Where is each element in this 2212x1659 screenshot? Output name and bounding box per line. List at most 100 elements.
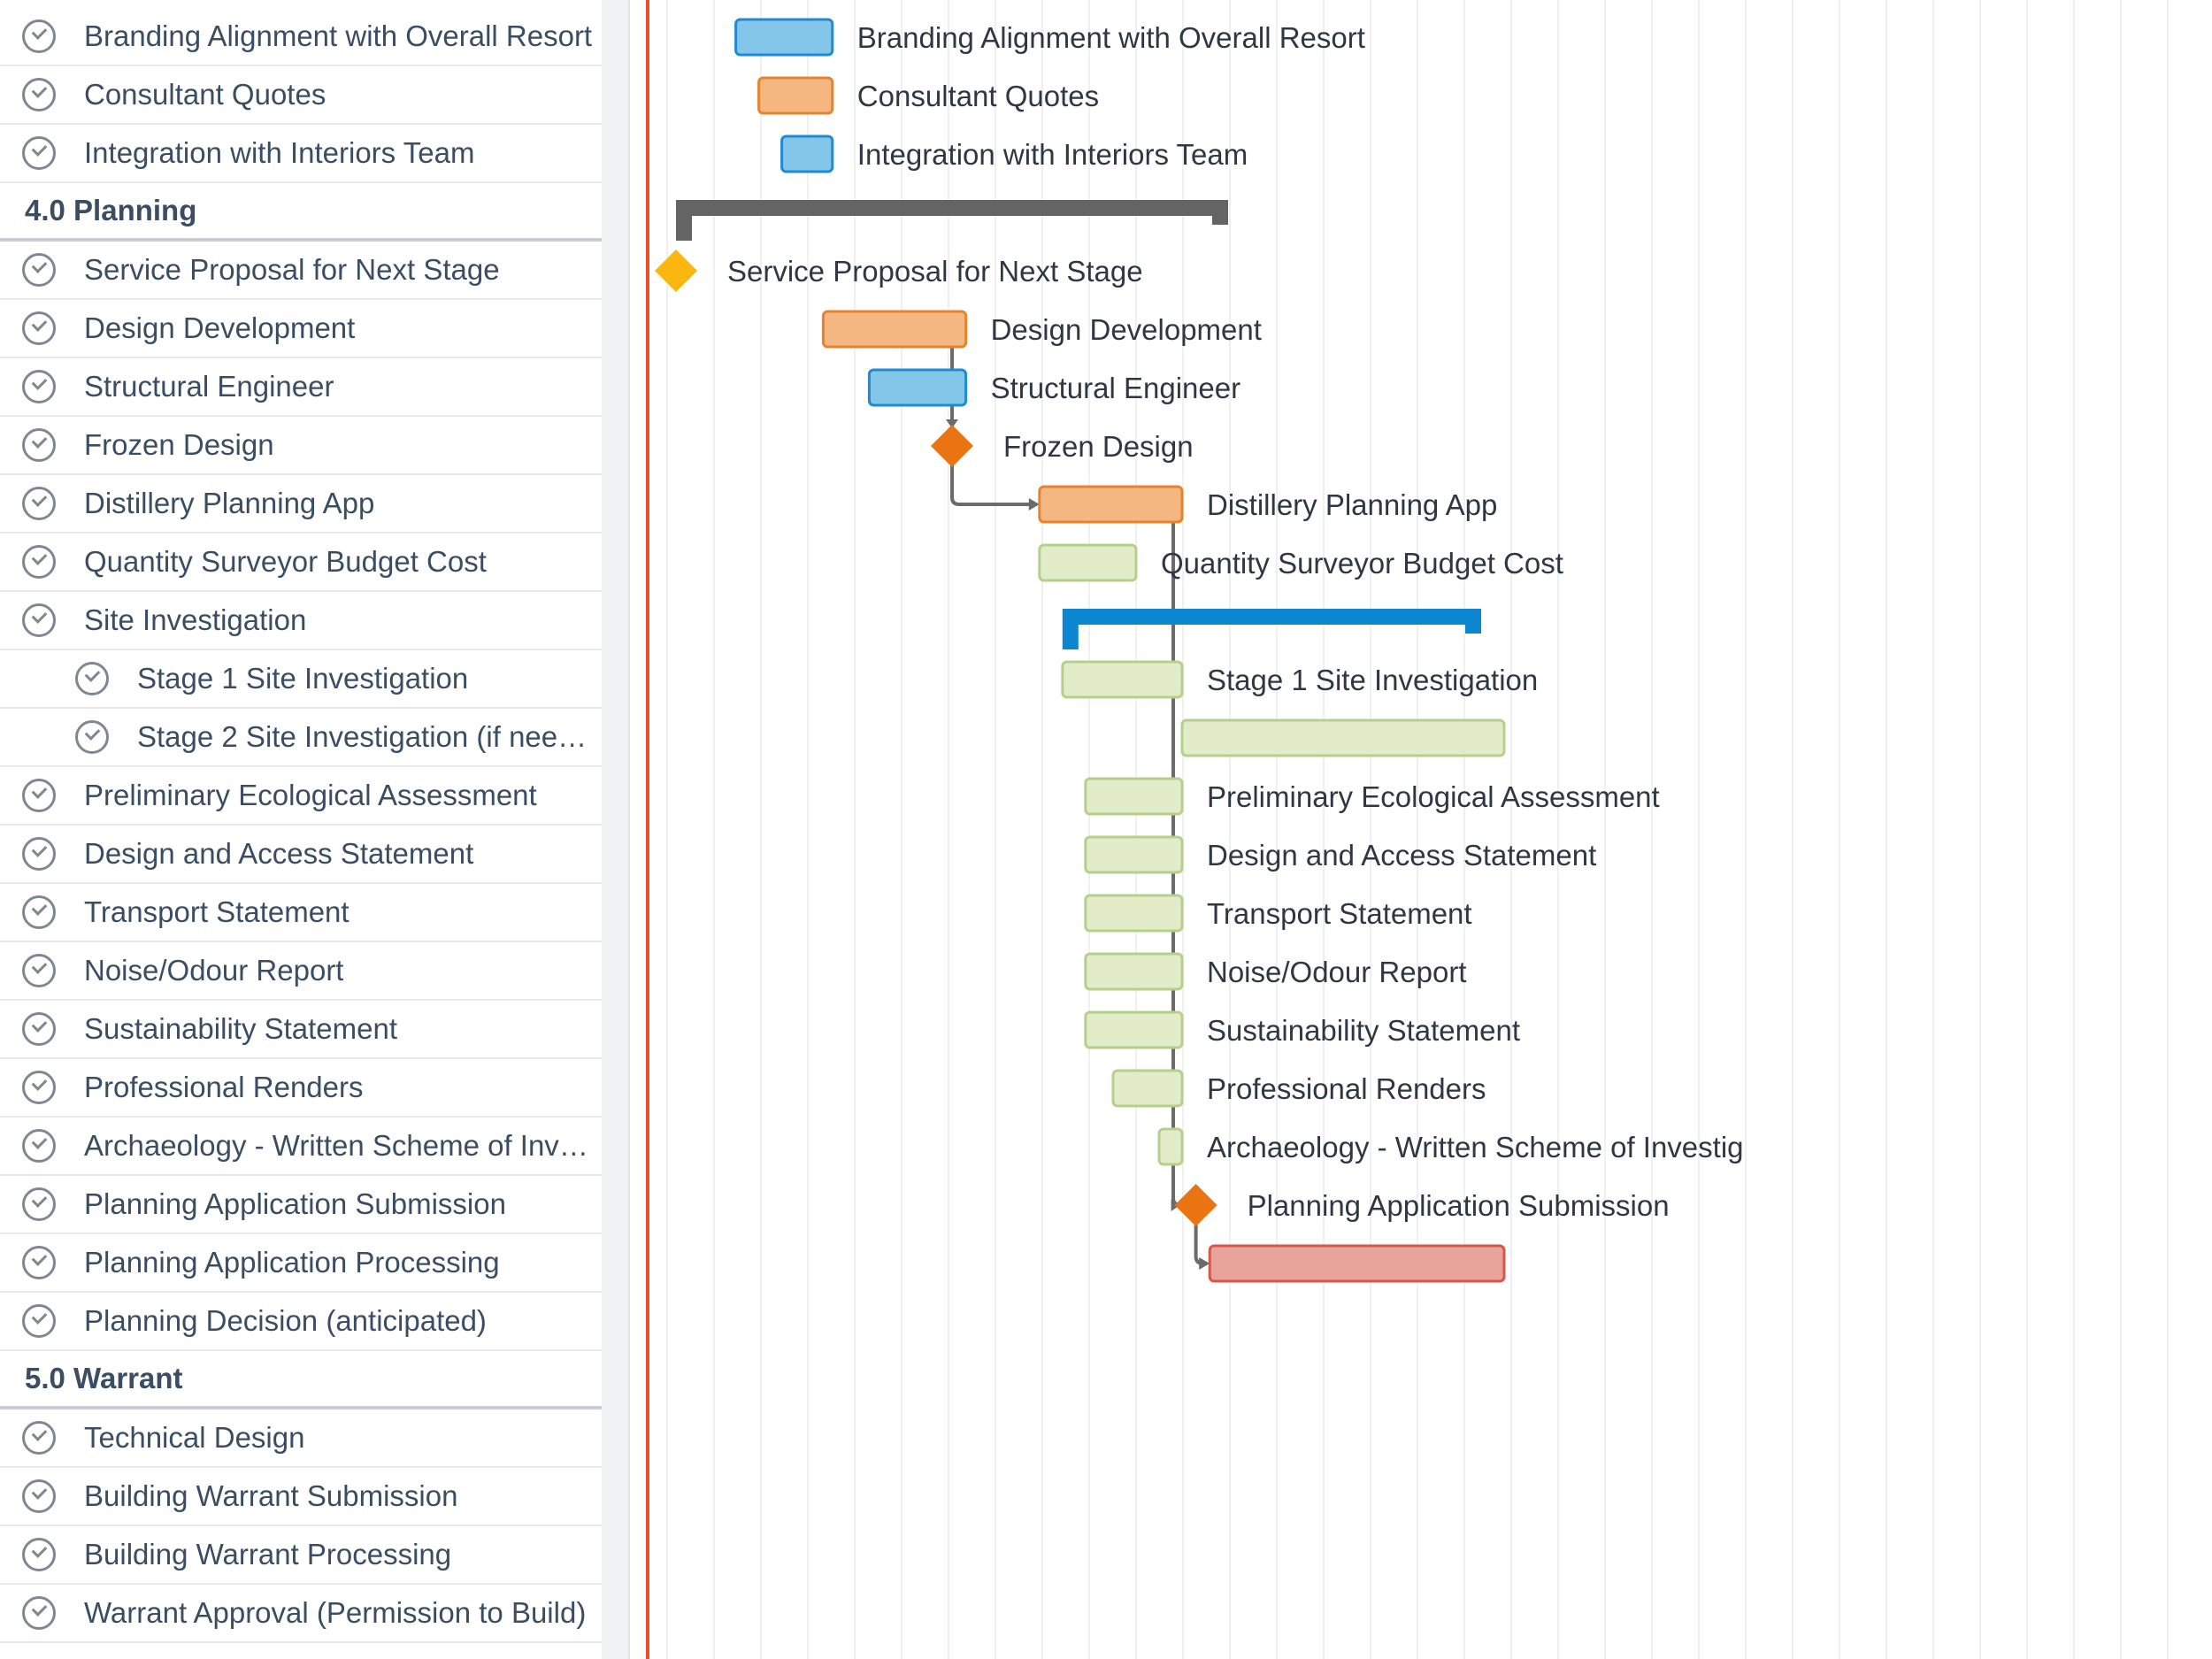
task-name: Planning Decision (anticipated) (84, 1304, 487, 1337)
task-bar-label: Professional Renders (1207, 1072, 1486, 1105)
task-name: Structural Engineer (84, 370, 334, 403)
task-row[interactable]: Planning Application Processing (0, 1234, 602, 1293)
task-row[interactable]: Building Warrant Processing (0, 1526, 602, 1585)
task-row[interactable]: Quantity Surveyor Budget Cost (0, 534, 602, 592)
complete-check-icon[interactable] (22, 311, 56, 345)
task-row[interactable]: Integration with Interiors Team (0, 125, 602, 183)
task-row[interactable]: Consultant Quotes (0, 66, 602, 125)
complete-check-icon[interactable] (22, 895, 56, 929)
task-bar[interactable] (734, 18, 834, 57)
complete-check-icon[interactable] (22, 1538, 56, 1571)
task-row[interactable]: Site Investigation (0, 592, 602, 650)
milestone-diamond-icon[interactable] (931, 425, 973, 467)
task-row[interactable]: Sustainability Statement (0, 1001, 602, 1059)
complete-check-icon[interactable] (22, 487, 56, 520)
complete-check-icon[interactable] (22, 428, 56, 462)
task-row[interactable]: Service Proposal for Next Stage (0, 242, 602, 300)
complete-check-icon[interactable] (22, 1129, 56, 1163)
complete-check-icon[interactable] (22, 78, 56, 111)
task-row[interactable]: Preliminary Ecological Assessment (0, 767, 602, 826)
task-name: Quantity Surveyor Budget Cost (84, 545, 487, 578)
task-name: Frozen Design (84, 428, 274, 461)
complete-check-icon[interactable] (22, 253, 56, 287)
complete-check-icon[interactable] (22, 1187, 56, 1221)
milestone-diamond-icon[interactable] (655, 250, 697, 292)
group-row[interactable]: 4.0 Planning (0, 183, 602, 242)
complete-check-icon[interactable] (22, 545, 56, 579)
complete-check-icon[interactable] (75, 720, 109, 754)
task-bar[interactable] (867, 368, 968, 407)
complete-check-icon[interactable] (22, 779, 56, 812)
task-bar[interactable] (1157, 1127, 1184, 1166)
task-bar[interactable] (1180, 718, 1506, 757)
task-bar[interactable] (1038, 485, 1184, 524)
task-row[interactable]: Noise/Odour Report (0, 942, 602, 1001)
complete-check-icon[interactable] (22, 1246, 56, 1279)
task-row[interactable]: Design and Access Statement (0, 826, 602, 884)
task-bar[interactable] (1084, 835, 1184, 874)
complete-check-icon[interactable] (75, 662, 109, 695)
task-bar-label: Consultant Quotes (857, 80, 1099, 112)
task-row[interactable]: Building Warrant Submission (0, 1468, 602, 1526)
task-bar[interactable] (1084, 777, 1184, 816)
task-bar-label: Design Development (991, 313, 1262, 346)
task-bar[interactable] (1061, 660, 1184, 699)
task-row[interactable]: Stage 2 Site Investigation (if need... (0, 709, 602, 767)
task-bar-label: Noise/Odour Report (1207, 956, 1466, 988)
task-row[interactable]: Technical Design (0, 1409, 602, 1468)
complete-check-icon[interactable] (22, 370, 56, 403)
task-bar-label: Quantity Surveyor Budget Cost (1161, 547, 1563, 580)
task-bar[interactable] (1111, 1069, 1184, 1108)
task-row[interactable]: Frozen Design (0, 417, 602, 475)
task-row[interactable]: Design Development (0, 300, 602, 358)
task-row[interactable]: Planning Application Submission (0, 1176, 602, 1234)
task-name: Preliminary Ecological Assessment (84, 779, 537, 811)
task-bar-label: Distillery Planning App (1207, 488, 1497, 521)
complete-check-icon[interactable] (22, 19, 56, 53)
task-bar[interactable] (1208, 1244, 1506, 1283)
task-row[interactable]: Archaeology - Written Scheme of Inve... (0, 1118, 602, 1176)
milestone-diamond-icon[interactable] (1174, 1184, 1217, 1226)
complete-check-icon[interactable] (22, 1012, 56, 1046)
complete-check-icon[interactable] (22, 1071, 56, 1104)
task-row[interactable]: Professional Renders (0, 1059, 602, 1118)
dependency-link (1171, 1161, 1181, 1207)
dependency-arrow-icon (1199, 1257, 1210, 1270)
complete-check-icon[interactable] (22, 136, 56, 170)
complete-check-icon[interactable] (22, 1479, 56, 1513)
gantt-app: Branding Alignment with Overall Resort Co… (0, 0, 2212, 1659)
task-row[interactable]: Distillery Planning App (0, 475, 602, 534)
task-name: Professional Renders (84, 1071, 364, 1103)
task-name: Service Proposal for Next Stage (84, 253, 500, 286)
task-bar[interactable] (1084, 1010, 1184, 1049)
task-row[interactable]: Planning Decision (anticipated) (0, 1293, 602, 1351)
summary-group-bar[interactable] (676, 200, 1228, 241)
complete-check-icon[interactable] (22, 1421, 56, 1455)
task-name: Transport Statement (84, 895, 349, 928)
task-bar[interactable] (780, 134, 834, 173)
summary-group-bar[interactable] (1062, 609, 1481, 649)
group-name: 4.0 Planning (25, 194, 197, 227)
task-row[interactable]: Structural Engineer (0, 358, 602, 417)
task-row[interactable]: Transport Statement (0, 884, 602, 942)
task-row[interactable]: Branding Alignment with Overall Resort (0, 8, 602, 66)
task-bar[interactable] (1084, 894, 1184, 933)
task-name: Warrant Approval (Permission to Build) (84, 1596, 587, 1629)
task-name: Noise/Odour Report (84, 954, 344, 987)
task-bar[interactable] (1084, 952, 1184, 991)
task-row[interactable]: Stage 1 Site Investigation (0, 650, 602, 709)
dependency-link (1194, 1223, 1207, 1265)
task-bar[interactable] (821, 310, 968, 349)
task-bar[interactable] (757, 76, 834, 115)
group-row[interactable]: 5.0 Warrant (0, 1351, 602, 1409)
complete-check-icon[interactable] (22, 837, 56, 871)
task-bar-label: Structural Engineer (991, 372, 1240, 404)
task-bar[interactable] (1038, 543, 1138, 582)
complete-check-icon[interactable] (22, 603, 56, 637)
panel-splitter[interactable] (628, 0, 630, 1659)
complete-check-icon[interactable] (22, 1596, 56, 1630)
task-row[interactable]: Warrant Approval (Permission to Build) (0, 1585, 602, 1643)
complete-check-icon[interactable] (22, 954, 56, 987)
complete-check-icon[interactable] (22, 1304, 56, 1338)
task-name: Integration with Interiors Team (84, 136, 475, 169)
